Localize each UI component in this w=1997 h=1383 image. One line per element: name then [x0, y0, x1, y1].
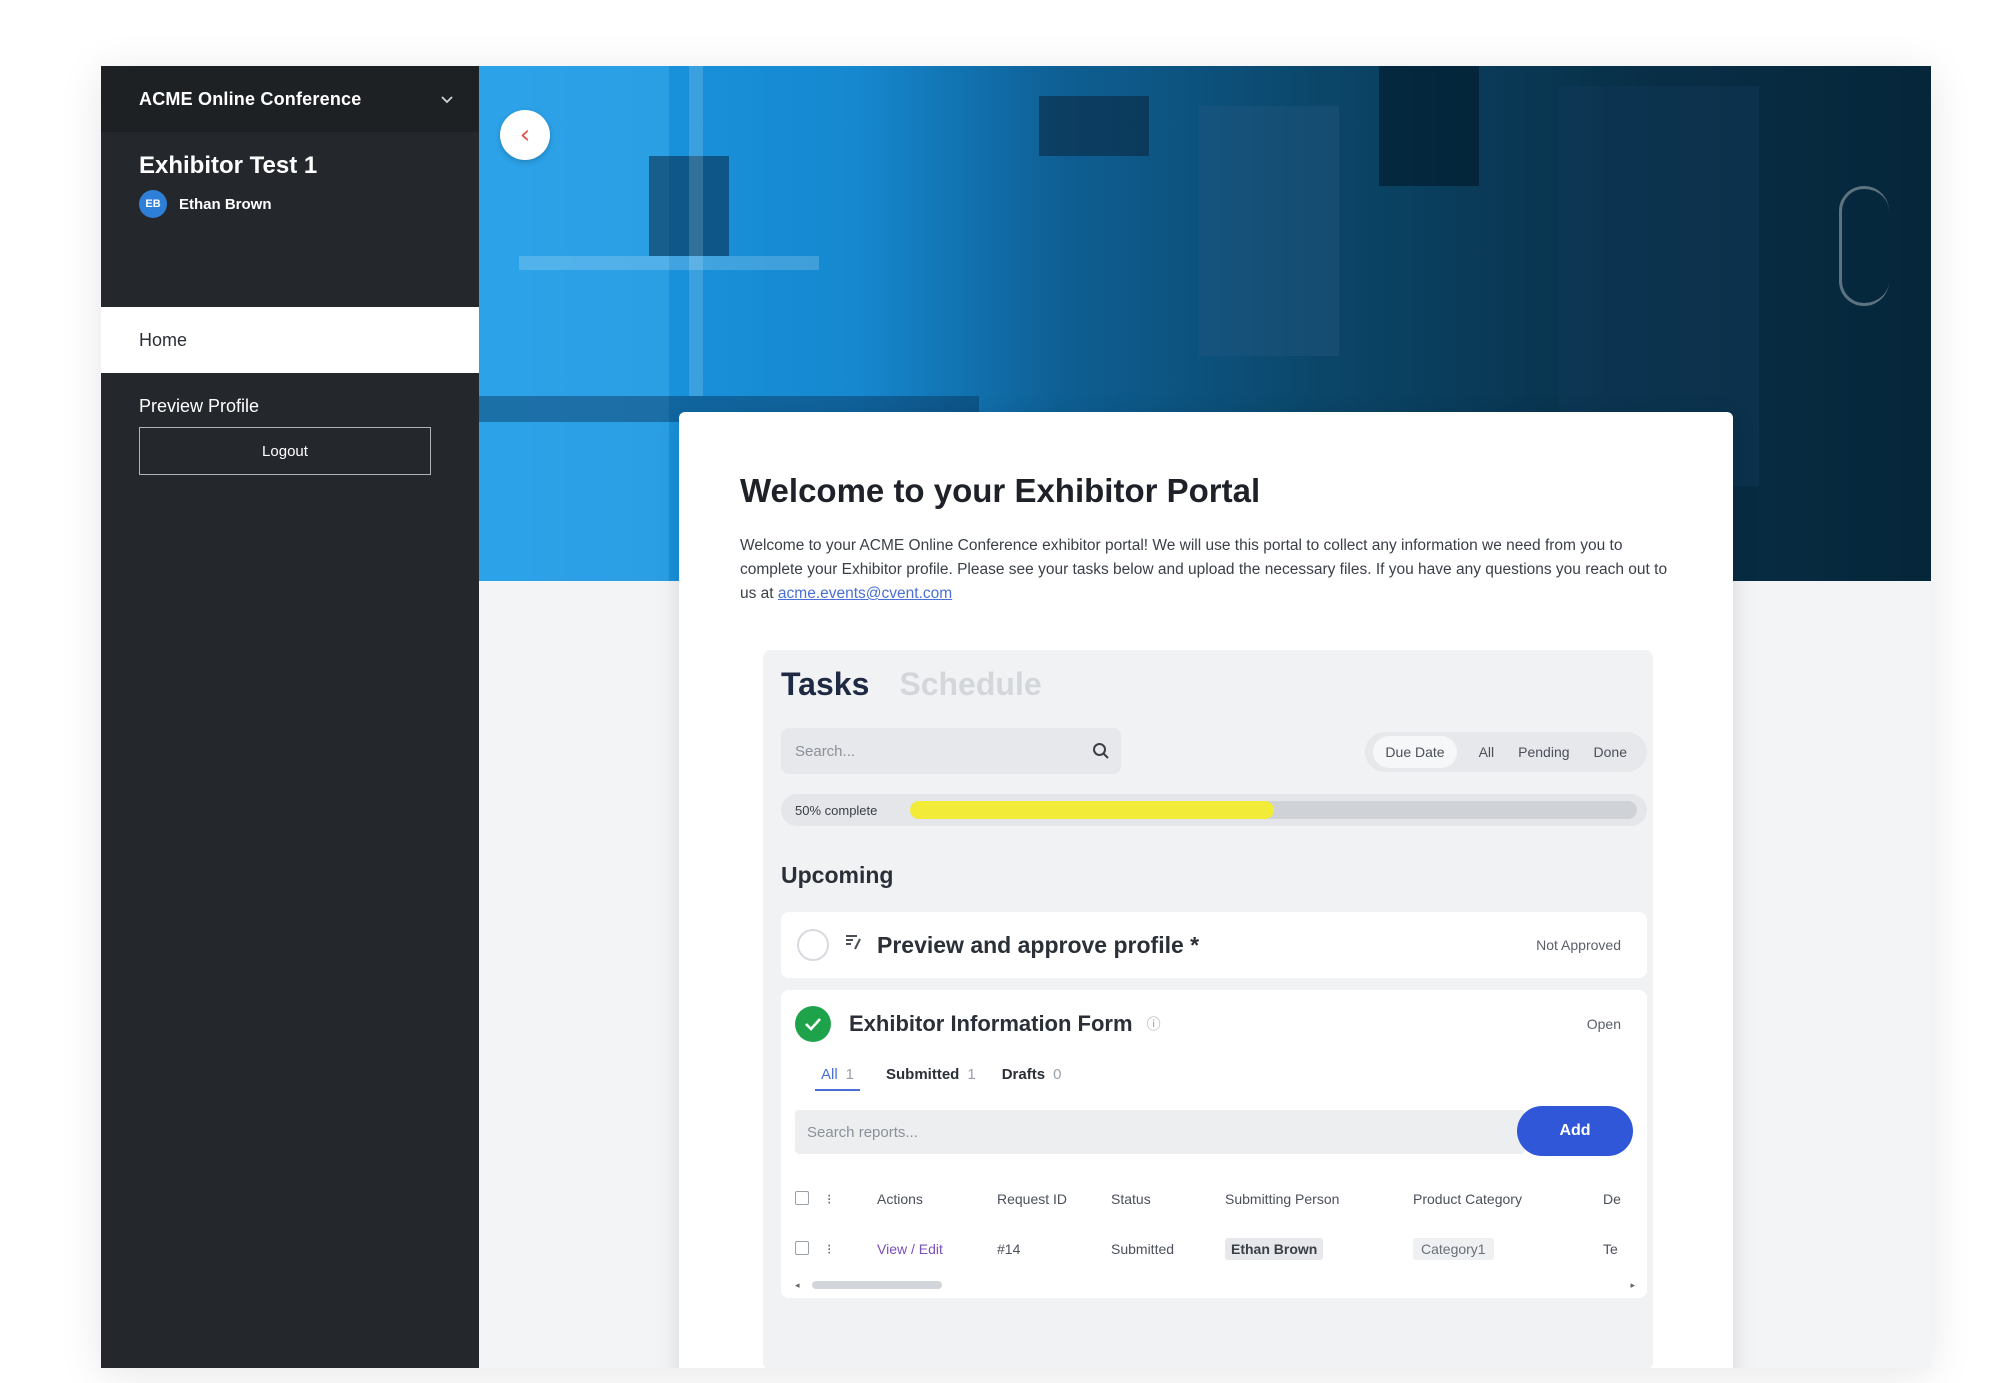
tasks-tabs: Tasks Schedule — [781, 666, 1042, 703]
exhibitor-name: Exhibitor Test 1 — [139, 152, 318, 179]
task-item[interactable]: Preview and approve profile * Not Approv… — [781, 912, 1647, 978]
logout-button[interactable]: Logout — [139, 427, 431, 475]
form-task-card: Exhibitor Information Form ⓘ Open All 1 S… — [781, 990, 1647, 1298]
column-header[interactable]: De — [1603, 1191, 1645, 1207]
form-subtabs: All 1 Submitted 1 Drafts 0 — [815, 1066, 1061, 1091]
view-edit-link[interactable]: View / Edit — [877, 1241, 943, 1257]
row-checkbox[interactable] — [795, 1240, 827, 1258]
table-cell-actions: View / Edit — [877, 1241, 997, 1257]
progress-bar: 50% complete — [781, 794, 1647, 826]
filter-pending[interactable]: Pending — [1506, 736, 1581, 768]
table-cell-more: Te — [1603, 1241, 1618, 1257]
person-chip: Ethan Brown — [1225, 1238, 1324, 1260]
conference-header[interactable]: ACME Online Conference — [101, 66, 479, 132]
report-search-input[interactable] — [795, 1110, 1525, 1154]
subtab-submitted[interactable]: Submitted 1 — [886, 1066, 976, 1091]
subtab-all[interactable]: All 1 — [815, 1066, 861, 1091]
task-filters: Due Date All Pending Done — [1365, 732, 1647, 772]
task-title: Preview and approve profile * — [877, 931, 1200, 958]
column-header[interactable]: Product Category — [1413, 1191, 1603, 1207]
tasks-panel: Tasks Schedule Due Date All Pending Done… — [763, 650, 1653, 1368]
table-cell-request-id: #14 — [997, 1241, 1021, 1257]
profile-task-icon — [843, 932, 863, 958]
subtab-all-label: All — [821, 1066, 838, 1083]
scroll-thumb[interactable] — [811, 1281, 942, 1289]
column-header[interactable]: Actions — [877, 1191, 997, 1207]
form-header: Exhibitor Information Form ⓘ — [795, 1006, 1161, 1042]
reports-table: ⁝ Actions Request ID Status Submitting P… — [795, 1174, 1645, 1274]
scroll-left-icon[interactable]: ◂ — [795, 1280, 800, 1291]
column-header[interactable]: Status — [1111, 1191, 1225, 1207]
sidebar: ACME Online Conference Exhibitor Test 1 … — [101, 66, 479, 1368]
intro-text: Welcome to your ACME Online Conference e… — [740, 534, 1670, 606]
flag-icon: ⁝ — [827, 1190, 832, 1207]
subtab-drafts-count: 0 — [1053, 1066, 1062, 1083]
search-icon[interactable] — [1081, 742, 1121, 760]
table-row: ⁝ View / Edit #14 Submitted Ethan Brown … — [795, 1224, 1645, 1274]
form-title: Exhibitor Information Form — [849, 1011, 1133, 1036]
conference-name: ACME Online Conference — [139, 88, 362, 109]
add-button[interactable]: Add — [1517, 1106, 1633, 1156]
column-header[interactable]: Request ID — [997, 1191, 1111, 1207]
exhibitor-info: Exhibitor Test 1 EB Ethan Brown — [101, 132, 479, 307]
nav-item-home[interactable]: Home — [101, 307, 479, 373]
section-heading-upcoming: Upcoming — [781, 862, 894, 888]
chevron-down-icon[interactable] — [441, 91, 453, 107]
app-window: ACME Online Conference Exhibitor Test 1 … — [101, 66, 1931, 1368]
back-button[interactable]: ‹ — [500, 110, 550, 160]
category-chip: Category1 — [1413, 1238, 1494, 1260]
task-search-input[interactable] — [781, 728, 1081, 774]
filter-due-date[interactable]: Due Date — [1373, 736, 1457, 768]
page-title: Welcome to your Exhibitor Portal — [740, 472, 1261, 509]
subtab-submitted-label: Submitted — [886, 1066, 960, 1083]
table-header-row: ⁝ Actions Request ID Status Submitting P… — [795, 1174, 1645, 1224]
table-cell-status: Submitted — [1111, 1241, 1175, 1257]
column-header[interactable]: Submitting Person — [1225, 1191, 1413, 1207]
progress-label: 50% complete — [795, 802, 878, 818]
subtab-submitted-count: 1 — [967, 1066, 976, 1083]
task-checkbox[interactable] — [797, 929, 829, 961]
avatar: EB — [139, 190, 167, 218]
form-status: Open — [1586, 1016, 1621, 1032]
horizontal-scrollbar[interactable]: ◂ ▸ — [795, 1280, 1645, 1290]
check-icon[interactable] — [795, 1006, 831, 1042]
support-email-link[interactable]: acme.events@cvent.com — [778, 585, 952, 602]
subtab-drafts[interactable]: Drafts 0 — [1002, 1066, 1062, 1091]
user-name: Ethan Brown — [179, 195, 272, 213]
tab-schedule[interactable]: Schedule — [899, 666, 1041, 703]
task-status: Not Approved — [1536, 937, 1621, 953]
progress-fill — [910, 801, 1274, 819]
select-all-checkbox[interactable] — [795, 1190, 827, 1208]
user-row: EB Ethan Brown — [139, 190, 441, 218]
filter-done[interactable]: Done — [1582, 736, 1639, 768]
table-cell-category: Category1 — [1413, 1238, 1603, 1260]
info-icon[interactable]: ⓘ — [1147, 1014, 1161, 1034]
tab-tasks[interactable]: Tasks — [781, 666, 869, 703]
flag-icon: ⁝ — [827, 1240, 832, 1257]
subtab-drafts-label: Drafts — [1001, 1066, 1046, 1083]
table-cell-person: Ethan Brown — [1225, 1238, 1413, 1260]
chevron-left-icon: ‹ — [519, 120, 531, 150]
scroll-right-icon[interactable]: ▸ — [1630, 1280, 1635, 1291]
subtab-all-count: 1 — [845, 1066, 855, 1083]
welcome-card: Welcome to your Exhibitor Portal Welcome… — [679, 412, 1733, 1368]
task-search — [781, 728, 1121, 774]
progress-track — [910, 801, 1637, 819]
filter-all[interactable]: All — [1467, 736, 1507, 768]
